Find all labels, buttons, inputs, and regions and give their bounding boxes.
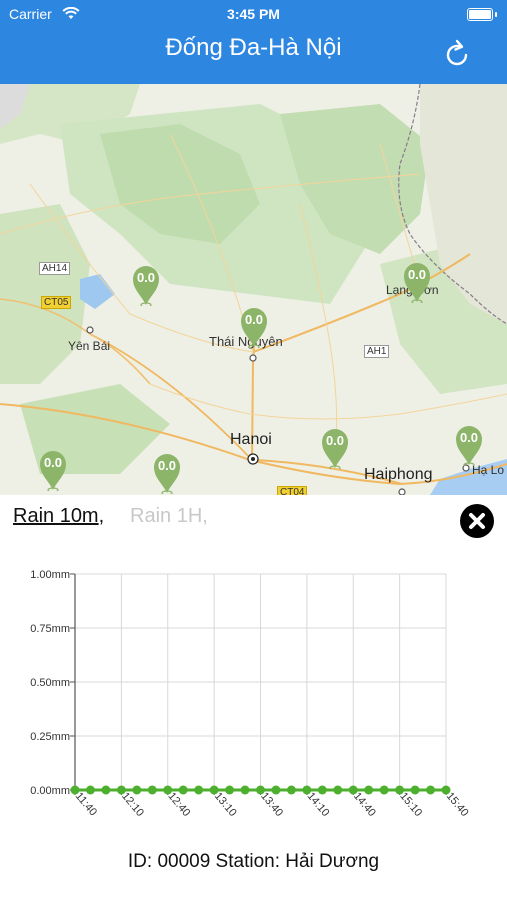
data-point — [379, 785, 389, 795]
y-tick-label: 0.75mm — [30, 623, 70, 635]
refresh-icon[interactable] — [440, 38, 474, 72]
data-point — [101, 785, 111, 795]
rain-marker[interactable]: 0.0 — [402, 261, 432, 305]
x-tick-label: 11:40 — [73, 790, 99, 818]
data-point — [116, 785, 126, 795]
tab-rain-1h[interactable]: Rain 1H, — [130, 505, 208, 528]
status-time: 3:45 PM — [227, 6, 280, 22]
marker-value: 0.0 — [459, 430, 479, 445]
data-point — [395, 785, 405, 795]
data-point — [286, 785, 296, 795]
data-point — [70, 785, 80, 795]
data-point — [302, 785, 312, 795]
map-view[interactable]: AH14 CT05 AH1 CT04 Thái Nguyên Yên Bái H… — [0, 84, 507, 495]
rain-chart-panel: Rain 10m, Rain 1H, 0.00mm 0.25mm 0.50mm 0.7… — [0, 495, 507, 900]
rain-line-chart: 0.00mm 0.25mm 0.50mm 0.75mm 1.00mm 11:40 12:10… — [30, 569, 471, 819]
y-tick-label: 0.50mm — [30, 677, 70, 689]
status-bar: Carrier 3:45 PM — [0, 6, 507, 24]
data-point — [333, 785, 343, 795]
tab-label: Rain 10m — [13, 505, 99, 527]
close-button[interactable] — [460, 504, 494, 538]
rain-marker[interactable]: 0.0 — [38, 449, 68, 493]
x-tick-label: 13:40 — [258, 790, 285, 819]
marker-value: 0.0 — [325, 433, 345, 448]
data-point — [410, 785, 420, 795]
rain-marker[interactable]: 0.0 — [454, 424, 484, 468]
x-tick-label: 15:10 — [397, 790, 424, 819]
marker-value: 0.0 — [136, 270, 156, 285]
x-tick-label: 12:10 — [119, 790, 146, 819]
close-icon — [469, 513, 485, 529]
app-header: Carrier 3:45 PM Đống Đa-Hà Nội — [0, 0, 507, 84]
data-point — [271, 785, 281, 795]
x-tick-label: 15:40 — [444, 790, 471, 819]
tab-label: Rain 1H — [130, 505, 203, 527]
data-point — [209, 785, 219, 795]
data-point — [256, 785, 265, 795]
x-tick-label: 13:10 — [212, 790, 239, 819]
rain-marker[interactable]: 0.0 — [152, 452, 182, 495]
rain-marker[interactable]: 0.0 — [131, 264, 161, 308]
data-point — [426, 785, 436, 795]
data-point — [348, 785, 358, 795]
data-point — [163, 785, 173, 795]
data-point — [225, 785, 235, 795]
y-tick-label: 1.00mm — [30, 569, 70, 581]
x-tick-label: 14:40 — [351, 790, 378, 819]
marker-value: 0.0 — [244, 312, 264, 327]
station-info: ID: 00009 Station: Hải Dương — [127, 851, 380, 872]
tab-separator: , — [98, 505, 105, 527]
data-point — [240, 785, 250, 795]
y-tick-label: 0.00mm — [30, 785, 70, 797]
data-point — [364, 785, 374, 795]
data-point — [178, 785, 188, 795]
x-tick-label: 12:40 — [165, 790, 192, 819]
data-point — [85, 785, 95, 795]
tab-separator: , — [202, 505, 208, 527]
tab-rain-10m[interactable]: Rain 10m, — [13, 505, 104, 528]
data-point — [441, 785, 451, 795]
battery-icon — [467, 8, 497, 21]
data-point — [132, 785, 142, 795]
x-tick-label: 14:10 — [305, 790, 332, 819]
data-point — [317, 785, 327, 795]
rain-marker[interactable]: 0.0 — [320, 427, 350, 471]
marker-value: 0.0 — [157, 458, 177, 473]
page-title: Đống Đa-Hà Nội — [165, 34, 342, 61]
marker-value: 0.0 — [407, 267, 427, 282]
data-point — [194, 785, 204, 795]
marker-value: 0.0 — [43, 455, 63, 470]
data-point — [147, 785, 157, 795]
y-tick-label: 0.25mm — [30, 731, 70, 743]
rain-marker[interactable]: 0.0 — [239, 306, 269, 350]
